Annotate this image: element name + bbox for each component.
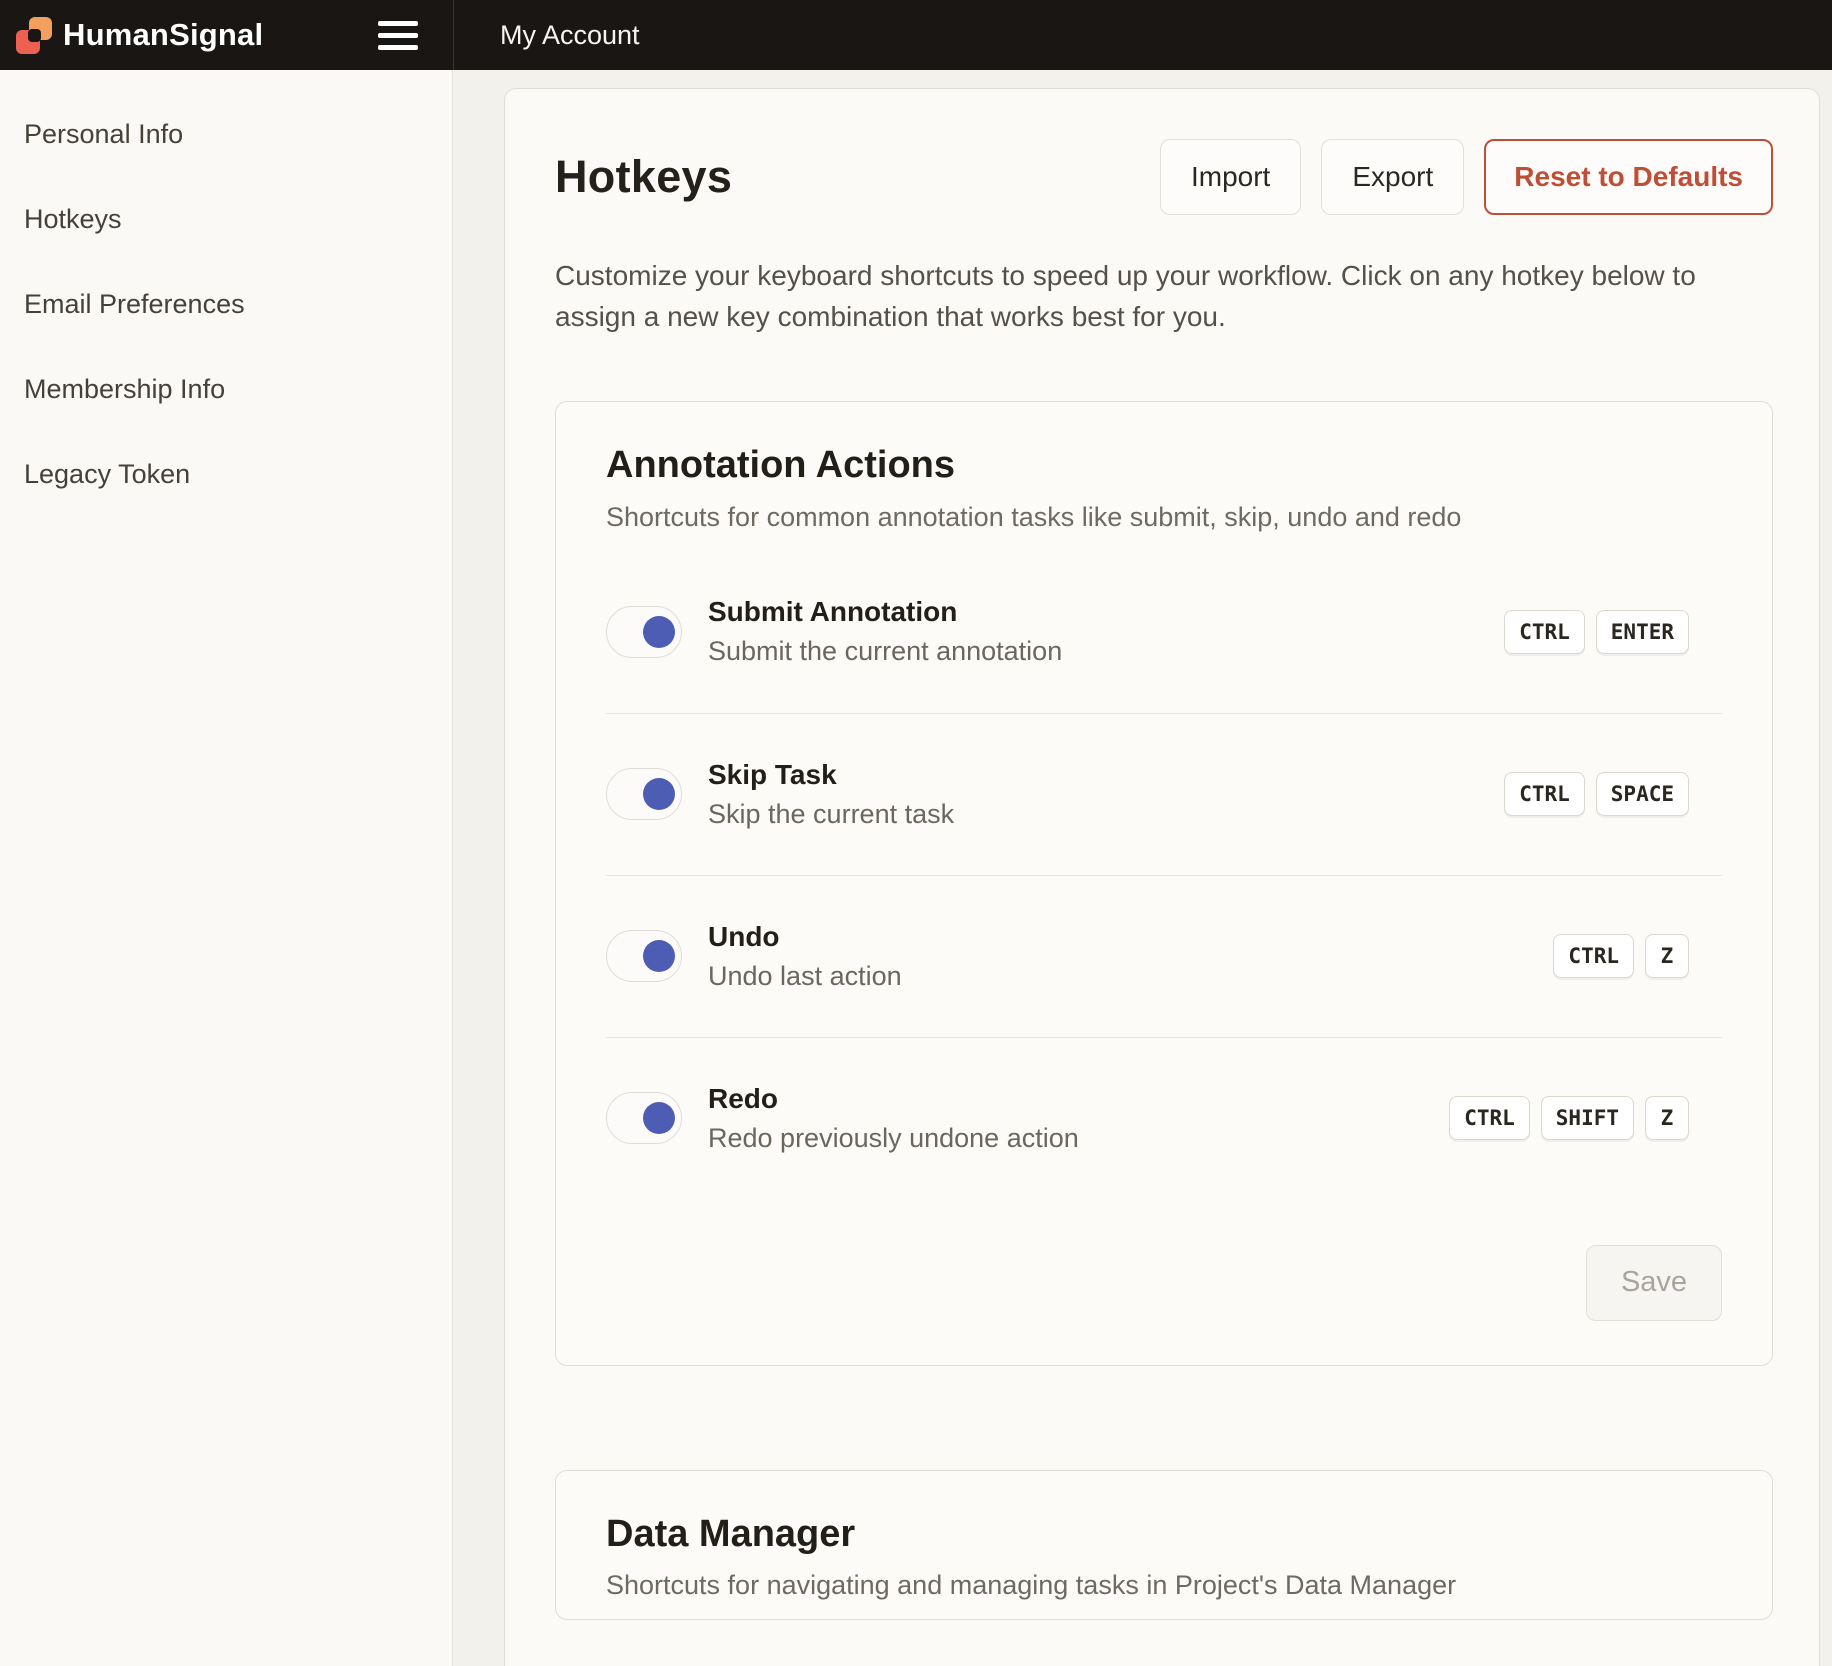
toggle-knob	[643, 616, 675, 648]
hotkey-row: Submit Annotation Submit the current ann…	[606, 551, 1722, 713]
hotkeys-description: Customize your keyboard shortcuts to spe…	[555, 255, 1770, 337]
menu-hamburger-icon[interactable]	[378, 21, 418, 50]
hotkey-sections: Annotation Actions Shortcuts for common …	[555, 401, 1773, 1620]
page-title: My Account	[500, 20, 640, 51]
hotkey-title: Redo	[708, 1083, 1079, 1115]
key-cap[interactable]: SPACE	[1596, 772, 1689, 816]
hotkey-rows: Submit Annotation Submit the current ann…	[606, 551, 1722, 1199]
hotkey-toggle[interactable]	[606, 1092, 682, 1144]
key-cap[interactable]: Z	[1645, 1096, 1689, 1140]
hotkey-row: Skip Task Skip the current task CTRLSPAC…	[606, 713, 1722, 875]
page-heading: Hotkeys	[555, 151, 732, 203]
import-button[interactable]: Import	[1160, 139, 1301, 215]
save-button[interactable]: Save	[1586, 1245, 1722, 1321]
humansignal-logo[interactable]: HumanSignal	[16, 17, 263, 54]
account-sidebar: Personal InfoHotkeysEmail PreferencesMem…	[0, 70, 453, 1666]
panel-header: Hotkeys Import Export Reset to Defaults	[555, 139, 1773, 215]
hotkey-title: Skip Task	[708, 759, 954, 791]
sidebar-item-legacy-token[interactable]: Legacy Token	[0, 432, 452, 517]
brand-name: HumanSignal	[63, 17, 263, 53]
hotkey-section-annotation-actions: Annotation Actions Shortcuts for common …	[555, 401, 1773, 1366]
export-button[interactable]: Export	[1321, 139, 1464, 215]
hotkeys-panel: Hotkeys Import Export Reset to Defaults …	[504, 88, 1820, 1666]
hotkey-toggle[interactable]	[606, 768, 682, 820]
hotkey-toggle[interactable]	[606, 606, 682, 658]
hotkey-toggle[interactable]	[606, 930, 682, 982]
key-cap[interactable]: CTRL	[1449, 1096, 1530, 1140]
sidebar-item-personal-info[interactable]: Personal Info	[0, 92, 452, 177]
key-cap[interactable]: Z	[1645, 934, 1689, 978]
key-cap[interactable]: CTRL	[1504, 772, 1585, 816]
hotkey-subtitle: Submit the current annotation	[708, 636, 1062, 667]
key-cap[interactable]: CTRL	[1553, 934, 1634, 978]
hotkey-key-combo[interactable]: CTRLZ	[1553, 934, 1689, 978]
key-cap[interactable]: ENTER	[1596, 610, 1689, 654]
brand-zone: HumanSignal	[0, 0, 453, 70]
hotkey-title: Submit Annotation	[708, 596, 1062, 628]
hotkey-row-text: Undo Undo last action	[708, 921, 902, 992]
hotkey-row: Undo Undo last action CTRLZ	[606, 875, 1722, 1037]
hotkey-row: Redo Redo previously undone action CTRLS…	[606, 1037, 1722, 1199]
section-subtitle: Shortcuts for navigating and managing ta…	[606, 1570, 1722, 1601]
hotkey-key-combo[interactable]: CTRLSHIFTZ	[1449, 1096, 1689, 1140]
section-title: Annotation Actions	[606, 444, 1722, 488]
hotkey-row-text: Redo Redo previously undone action	[708, 1083, 1079, 1154]
sidebar-item-email-preferences[interactable]: Email Preferences	[0, 262, 452, 347]
hotkey-row-text: Skip Task Skip the current task	[708, 759, 954, 830]
toggle-knob	[643, 1102, 675, 1134]
hotkey-section-data-manager: Data Manager Shortcuts for navigating an…	[555, 1470, 1773, 1621]
sidebar-item-membership-info[interactable]: Membership Info	[0, 347, 452, 432]
reset-defaults-button[interactable]: Reset to Defaults	[1484, 139, 1773, 215]
hotkey-key-combo[interactable]: CTRLENTER	[1504, 610, 1689, 654]
toggle-knob	[643, 778, 675, 810]
main-content: Hotkeys Import Export Reset to Defaults …	[453, 70, 1832, 1666]
hotkey-subtitle: Redo previously undone action	[708, 1123, 1079, 1154]
hotkey-subtitle: Skip the current task	[708, 799, 954, 830]
section-footer: Save	[606, 1245, 1722, 1365]
top-header: HumanSignal My Account	[0, 0, 1832, 70]
humansignal-logo-icon	[16, 17, 52, 54]
hotkey-title: Undo	[708, 921, 902, 953]
sidebar-item-hotkeys[interactable]: Hotkeys	[0, 177, 452, 262]
toggle-knob	[643, 940, 675, 972]
key-cap[interactable]: CTRL	[1504, 610, 1585, 654]
hotkey-key-combo[interactable]: CTRLSPACE	[1504, 772, 1689, 816]
key-cap[interactable]: SHIFT	[1541, 1096, 1634, 1140]
hotkey-subtitle: Undo last action	[708, 961, 902, 992]
section-subtitle: Shortcuts for common annotation tasks li…	[606, 502, 1722, 533]
header-divider	[453, 0, 454, 70]
hotkey-row-text: Submit Annotation Submit the current ann…	[708, 596, 1062, 667]
hotkeys-toolbar: Import Export Reset to Defaults	[1160, 139, 1773, 215]
section-title: Data Manager	[606, 1513, 1722, 1557]
